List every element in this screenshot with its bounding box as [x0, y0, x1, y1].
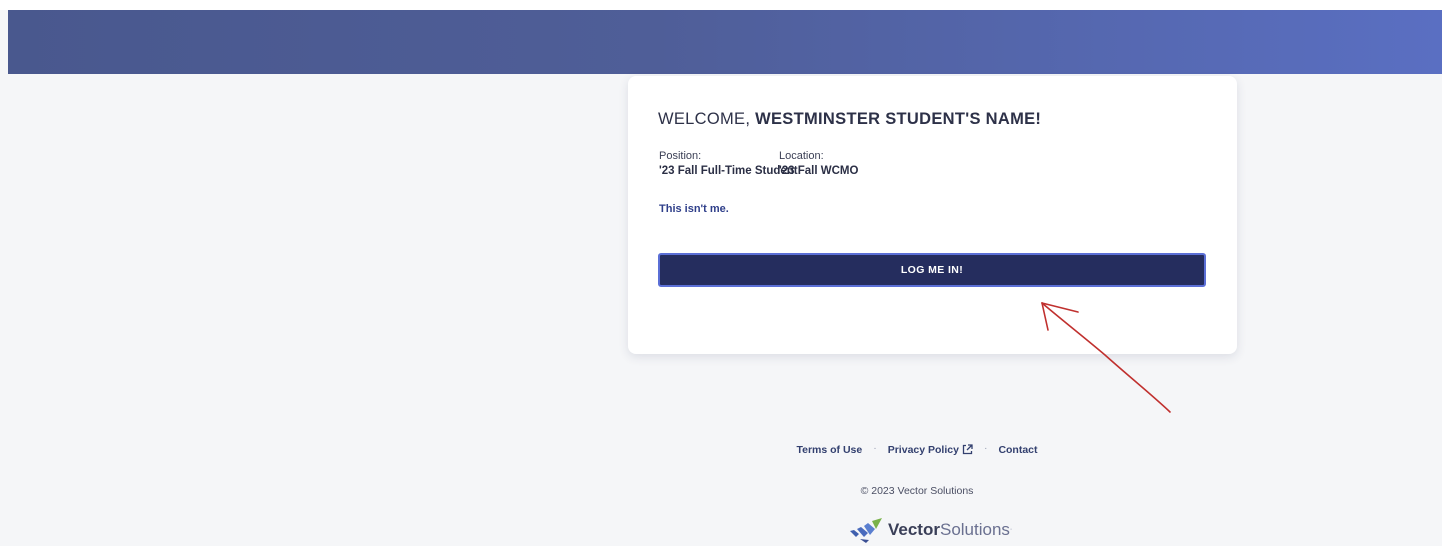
location-value: '23 Fall WCMO	[779, 165, 859, 177]
login-button[interactable]: LOG ME IN!	[658, 253, 1206, 287]
terms-of-use-link[interactable]: Terms of Use	[796, 444, 862, 456]
footer-separator: ·	[873, 442, 877, 454]
brand-name-bold: Vector	[888, 519, 940, 539]
privacy-policy-label: Privacy Policy	[887, 444, 959, 456]
student-name: WESTMINSTER STUDENT'S NAME!	[755, 110, 1042, 128]
vector-solutions-logo: Vector Solutions ·	[848, 513, 1012, 546]
contact-link[interactable]: Contact	[998, 444, 1037, 456]
welcome-prefix: WELCOME,	[658, 110, 756, 128]
brand-trademark: ·	[1009, 526, 1013, 533]
hand-drawn-arrow-annotation	[1041, 302, 1171, 413]
external-link-icon	[962, 444, 973, 455]
copyright-text: © 2023 Vector Solutions	[860, 485, 974, 497]
footer-links: Terms of Use · Privacy Policy · Contact	[0, 442, 1442, 456]
top-strip	[0, 0, 1442, 10]
not-me-link[interactable]: This isn't me.	[659, 203, 729, 215]
footer-separator: ·	[983, 442, 988, 454]
location-label: Location:	[779, 150, 824, 162]
vector-solutions-logo-icon	[850, 517, 882, 543]
login-confirmation-page: WELCOME, WESTMINSTER STUDENT'S NAME! Pos…	[0, 0, 1442, 546]
location-block: Location: '23 Fall WCMO	[779, 149, 858, 179]
position-value: '23 Fall Full-Time Student	[659, 165, 798, 177]
welcome-heading: WELCOME, WESTMINSTER STUDENT'S NAME!	[658, 110, 1041, 129]
brand-name-light: Solutions	[939, 519, 1010, 539]
header-banner	[8, 10, 1442, 74]
privacy-policy-link[interactable]: Privacy Policy	[888, 444, 973, 456]
position-label: Position:	[659, 150, 702, 162]
position-block: Position: '23 Fall Full-Time Student	[659, 149, 798, 179]
